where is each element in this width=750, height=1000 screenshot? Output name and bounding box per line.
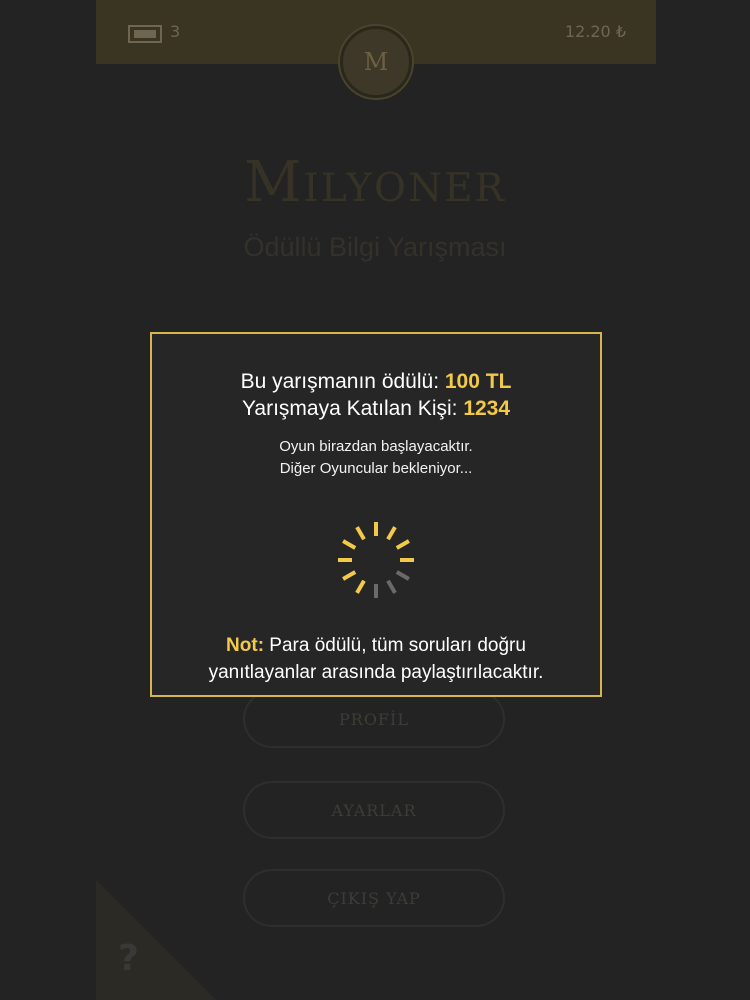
waiting-dialog: Bu yarışmanın ödülü: 100 TL Yarışmaya Ka… xyxy=(150,332,602,697)
participants-value: 1234 xyxy=(463,397,511,420)
avatar[interactable]: M xyxy=(340,26,412,98)
help-corner[interactable] xyxy=(96,880,216,1000)
participants-line: Yarışmaya Katılan Kişi: 1234 xyxy=(152,395,600,422)
question-mark-icon[interactable]: ? xyxy=(118,938,139,979)
note-body: Para ödülü, tüm soruları doğru xyxy=(264,635,526,656)
spinner-tick xyxy=(342,570,357,581)
game-starting-message: Oyun birazdan başlayacaktır. xyxy=(279,438,473,455)
logo-title: Milyoner xyxy=(244,150,506,215)
participants-label: Yarışmaya Katılan Kişi: xyxy=(241,397,464,420)
settings-button-label: AYARLAR xyxy=(331,800,417,820)
spinner-tick xyxy=(355,526,366,541)
profile-button-label: PROFİL xyxy=(339,709,409,729)
spinner-tick xyxy=(386,579,397,594)
spinner-tick xyxy=(386,526,397,541)
waiting-players-message: Diğer Oyuncular bekleniyor... xyxy=(279,460,473,477)
loading-spinner-icon xyxy=(338,522,414,598)
logout-button[interactable]: ÇIKIŞ YAP xyxy=(243,869,505,927)
avatar-initial: M xyxy=(363,48,389,76)
profile-button[interactable]: PROFİL xyxy=(243,690,505,748)
spinner-tick xyxy=(342,539,357,550)
ticket-count: 3 xyxy=(170,22,181,41)
settings-button[interactable]: AYARLAR xyxy=(243,781,505,839)
spinner-tick xyxy=(395,539,410,550)
logout-button-label: ÇIKIŞ YAP xyxy=(327,888,421,908)
prize-line: Bu yarışmanın ödülü: 100 TL xyxy=(152,368,600,395)
logo-subtitle: Ödüllü Bilgi Yarışması xyxy=(243,232,507,262)
note-label: Not: xyxy=(226,635,265,656)
spinner-tick xyxy=(355,579,366,594)
note-text: Not: Para ödülü, tüm soruları doğru yanı… xyxy=(152,632,600,686)
ticket-icon xyxy=(128,25,162,43)
spinner-tick xyxy=(395,570,410,581)
prize-label: Bu yarışmanın ödülü: xyxy=(240,370,445,393)
prize-value: 100 TL xyxy=(444,370,512,393)
balance-display: 12.20 ₺ xyxy=(564,22,626,41)
note-body-2: yanıtlayanlar arasında paylaştırılacaktı… xyxy=(208,662,544,683)
